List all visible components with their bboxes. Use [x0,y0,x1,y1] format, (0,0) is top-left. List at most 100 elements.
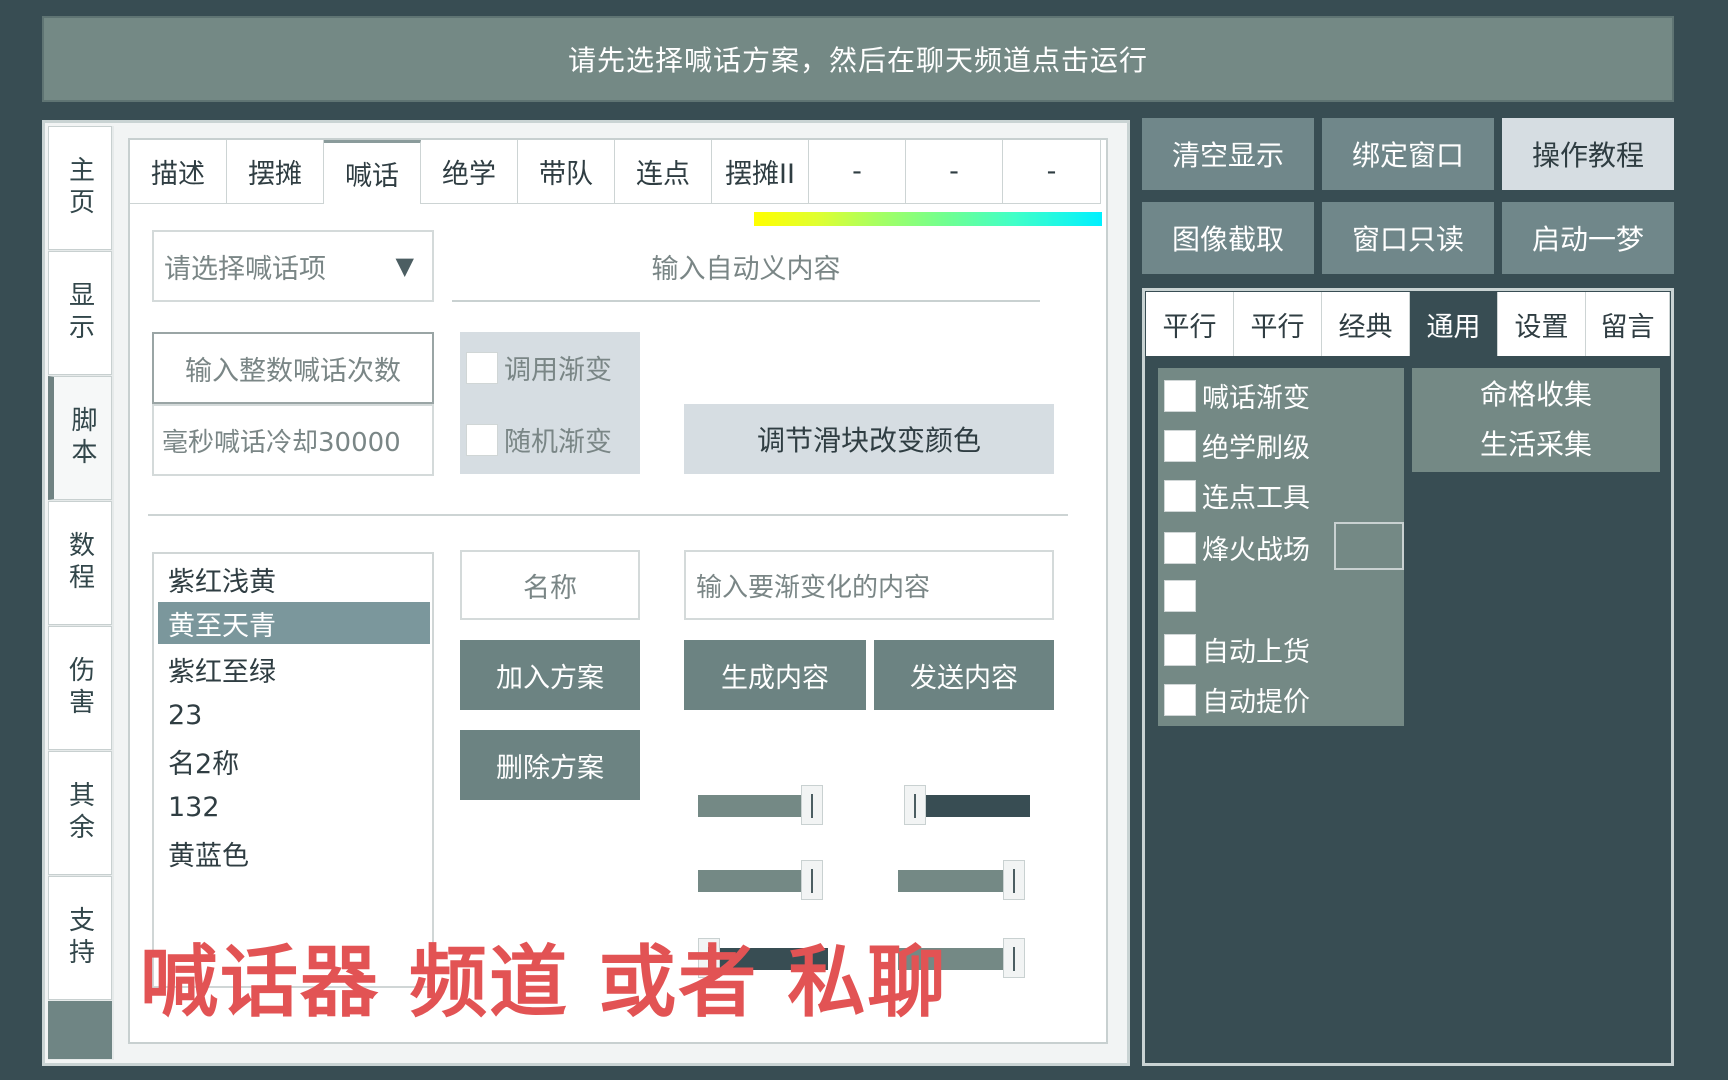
list-item[interactable]: 132 [158,786,430,828]
custom-content-input[interactable]: 输入自动义内容 [452,232,1040,302]
name-field[interactable]: 名称 [460,550,640,620]
use-gradient-option[interactable]: 调用渐变 [466,348,612,387]
top-banner: 请先选择喊话方案，然后在聊天频道点击运行 [42,16,1674,102]
tab-describe[interactable]: 描述 [130,140,227,204]
chevron-down-icon: ▼ [395,252,414,280]
shout-count-input[interactable]: 输入整数喊话次数 [152,332,434,404]
list-item[interactable]: 紫红浅黄 [158,558,430,600]
option-checkbox[interactable] [1164,580,1196,612]
option-clicker-tool[interactable]: 连点工具 [1164,476,1310,515]
tab-empty-1[interactable]: - [809,140,906,204]
option-shout-gradient[interactable]: 喊话渐变 [1164,376,1310,415]
option-checkbox[interactable] [1164,429,1196,462]
screenshot-button[interactable]: 图像截取 [1142,202,1314,274]
option-checkbox[interactable] [1164,379,1196,412]
option-unnamed[interactable] [1164,580,1202,612]
slider-thumb[interactable] [1003,860,1025,900]
tab-shout[interactable]: 喊话 [324,140,421,204]
slider-fill [698,870,812,892]
side-tab-bar: 主页 显示 脚本 数程 伤害 其余 支持 [48,126,114,1060]
fate-collect-button[interactable]: 命格收集 [1412,368,1660,418]
shout-select-label: 请选择喊话项 [164,253,326,285]
send-content-button[interactable]: 发送内容 [874,640,1054,710]
side-tab-display[interactable]: 显示 [48,251,112,375]
section-divider [148,514,1068,516]
tab-classic[interactable]: 经典 [1322,292,1410,356]
side-tab-filler [48,1001,112,1059]
collect-panel: 命格收集 生活采集 [1412,368,1660,472]
tab-message[interactable]: 留言 [1586,292,1670,356]
right-tab-bar: 平行 平行 经典 通用 设置 留言 [1146,292,1670,356]
side-tab-damage[interactable]: 伤害 [48,626,112,750]
random-gradient-option[interactable]: 随机渐变 [466,420,612,459]
list-item-selected[interactable]: 黄至天青 [158,602,430,644]
list-item[interactable]: 23 [158,694,430,736]
list-item[interactable]: 名2称 [158,740,430,782]
adjust-color-button[interactable]: 调节滑块改变颜色 [684,404,1054,474]
tab-empty-3[interactable]: - [1003,140,1101,204]
slider-thumb[interactable] [801,860,823,900]
options-panel: 喊话渐变 绝学刷级 连点工具 烽火战场 自动上货 自动提价 [1158,368,1404,726]
life-gather-button[interactable]: 生活采集 [1412,418,1660,468]
bind-window-button[interactable]: 绑定窗口 [1322,118,1494,190]
tab-stall-2[interactable]: 摆摊II [712,140,809,204]
shout-select-dropdown[interactable]: 请选择喊话项 ▼ [152,230,434,302]
side-tab-script[interactable]: 脚本 [48,376,112,500]
option-checkbox[interactable] [1164,683,1196,716]
cooldown-input[interactable]: 毫秒喊话冷却30000 [152,404,434,476]
option-battlefield[interactable]: 烽火战场 [1164,528,1310,567]
side-tab-tutorial[interactable]: 数程 [48,501,112,625]
option-skill-level[interactable]: 绝学刷级 [1164,426,1310,465]
readonly-window-button[interactable]: 窗口只读 [1322,202,1494,274]
use-gradient-checkbox[interactable] [466,351,498,384]
slider-3[interactable] [698,860,828,900]
list-item[interactable]: 紫红至绿 [158,648,430,690]
clear-display-button[interactable]: 清空显示 [1142,118,1314,190]
random-gradient-label: 随机渐变 [504,427,612,458]
side-tab-home[interactable]: 主页 [48,126,112,250]
slider-thumb[interactable] [904,785,926,825]
slider-fill [898,870,1014,892]
gradient-content-input[interactable]: 输入要渐变化的内容 [684,550,1054,620]
battlefield-value-box[interactable] [1334,522,1404,570]
option-auto-price[interactable]: 自动提价 [1164,680,1310,719]
slider-1[interactable] [698,785,828,825]
generate-content-button[interactable]: 生成内容 [684,640,866,710]
tab-parallel-2[interactable]: 平行 [1234,292,1322,356]
delete-plan-button[interactable]: 删除方案 [460,730,640,800]
side-tab-support[interactable]: 支持 [48,876,112,1000]
launch-game-button[interactable]: 启动一梦 [1502,202,1674,274]
use-gradient-label: 调用渐变 [504,355,612,386]
list-item[interactable]: 黄蓝色 [158,832,430,874]
option-checkbox[interactable] [1164,479,1196,512]
tab-clicker[interactable]: 连点 [615,140,712,204]
gradient-preview-bar [754,212,1102,226]
slider-track [915,795,1030,817]
slider-fill [698,795,812,817]
side-tab-other[interactable]: 其余 [48,751,112,875]
option-label: 喊话渐变 [1202,383,1310,414]
option-auto-restock[interactable]: 自动上货 [1164,630,1310,669]
overlay-caption: 喊话器 频道 或者 私聊 [140,938,948,1028]
option-label: 自动提价 [1202,687,1310,718]
tutorial-button[interactable]: 操作教程 [1502,118,1674,190]
tab-settings[interactable]: 设置 [1498,292,1586,356]
tab-stall[interactable]: 摆摊 [227,140,324,204]
option-checkbox[interactable] [1164,633,1196,666]
add-plan-button[interactable]: 加入方案 [460,640,640,710]
slider-2[interactable] [898,785,1030,825]
tab-empty-2[interactable]: - [906,140,1003,204]
tab-general[interactable]: 通用 [1410,292,1498,356]
tab-skill[interactable]: 绝学 [421,140,518,204]
tab-parallel-1[interactable]: 平行 [1146,292,1234,356]
tab-team[interactable]: 带队 [518,140,615,204]
slider-thumb[interactable] [801,785,823,825]
option-checkbox[interactable] [1164,531,1196,564]
option-label: 绝学刷级 [1202,433,1310,464]
option-label: 烽火战场 [1202,535,1310,566]
random-gradient-checkbox[interactable] [466,423,498,456]
top-tab-bar: 描述 摆摊 喊话 绝学 带队 连点 摆摊II - - - [130,140,1101,204]
option-label: 连点工具 [1202,483,1310,514]
slider-4[interactable] [898,860,1030,900]
slider-thumb[interactable] [1003,938,1025,978]
